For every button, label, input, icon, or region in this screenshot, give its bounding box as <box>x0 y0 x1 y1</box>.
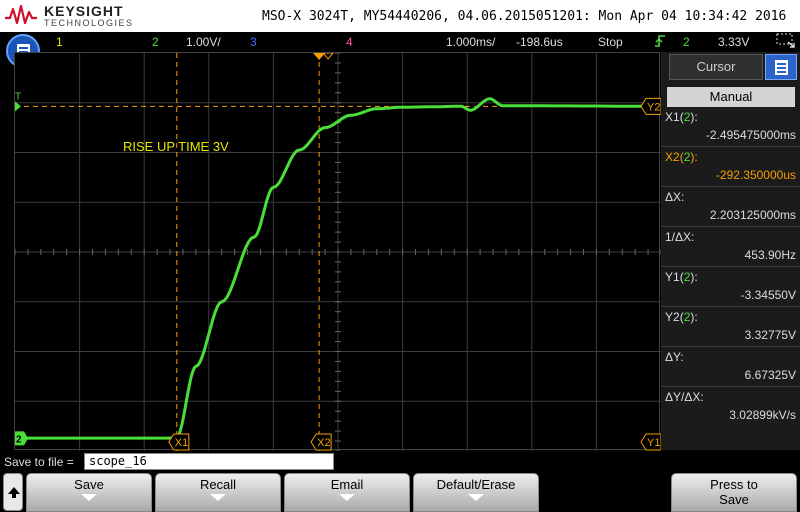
waveform-annotation: RISE UP TIME 3V <box>123 139 229 154</box>
keysight-logo-icon <box>5 4 37 25</box>
cursor-x1-marker[interactable]: X1 <box>168 433 190 451</box>
channel-2-marker-label: 2 <box>16 434 22 445</box>
x2-value: -292.350000us <box>715 168 796 182</box>
back-up-button[interactable] <box>3 473 23 511</box>
inverse-delta-x-label: 1/ΔX: <box>665 230 695 244</box>
svg-text:Y1: Y1 <box>647 437 660 449</box>
trigger-level[interactable]: 3.33V <box>718 35 749 49</box>
softkey-label: Press to <box>710 477 758 492</box>
x1-value: -2.495475000ms <box>705 128 796 142</box>
panel-menu-button[interactable] <box>765 54 797 80</box>
divider <box>661 186 800 187</box>
divider <box>661 306 800 307</box>
channel-4-indicator[interactable]: 4 <box>346 35 353 49</box>
panel-header: Cursor <box>661 52 800 82</box>
default-erase-softkey[interactable]: Default/Erase <box>413 473 539 512</box>
press-to-save-softkey[interactable]: Press to Save <box>671 473 797 512</box>
trigger-level-marker: T <box>15 91 21 102</box>
softkey-label: Recall <box>199 477 237 492</box>
brand-name: KEYSIGHT <box>44 3 124 19</box>
email-softkey[interactable]: Email <box>284 473 410 512</box>
y1-label: Y1(2): <box>665 270 698 284</box>
slope-label: ΔY/ΔX: <box>665 390 704 404</box>
trigger-position-icon <box>322 52 335 60</box>
divider <box>661 226 800 227</box>
softkey-label: Email <box>330 477 364 492</box>
channel-3-indicator[interactable]: 3 <box>250 35 257 49</box>
svg-text:X1: X1 <box>175 437 188 449</box>
trigger-channel[interactable]: 2 <box>683 35 690 49</box>
cursor-panel: Cursor Manual X1(2): -2.495475000ms X2(2… <box>661 52 800 450</box>
instrument-info: MSO-X 3024T, MY54440206, 04.06.201505120… <box>262 9 787 24</box>
x1-label: X1(2): <box>665 110 698 124</box>
y1-value: -3.34550V <box>740 288 796 302</box>
y2-label: Y2(2): <box>665 310 698 324</box>
divider <box>661 346 800 347</box>
status-bar: 1 2 1.00V/ 3 4 1.000ms/ -198.6us Stop 2 … <box>0 32 800 52</box>
down-arrow-icon <box>339 494 355 501</box>
channel-2-indicator[interactable]: 2 <box>152 35 159 49</box>
delta-y-label: ΔY: <box>665 350 684 364</box>
softkey-label: Save <box>719 492 749 507</box>
softkey-label: Save <box>74 477 104 492</box>
run-state: Stop <box>598 35 623 49</box>
cursor-x2-marker[interactable]: X2 <box>310 433 332 451</box>
delta-x-label: ΔX: <box>665 190 685 204</box>
delta-y-value: 6.67325V <box>744 368 796 382</box>
down-arrow-icon <box>81 494 97 501</box>
down-arrow-icon <box>468 494 484 501</box>
up-arrow-icon <box>8 487 20 494</box>
y2-value: 3.32775V <box>744 328 796 342</box>
channel-1-indicator[interactable]: 1 <box>56 35 63 49</box>
divider <box>661 146 800 147</box>
inverse-delta-x-value: 453.90Hz <box>744 248 796 262</box>
cursor-y2-marker[interactable]: Y2 <box>640 97 662 115</box>
x2-label: X2(2): <box>665 150 698 164</box>
menu-icon <box>775 60 788 75</box>
time-delay[interactable]: -198.6us <box>516 35 563 49</box>
softkey-label: Default/Erase <box>436 477 516 492</box>
cursor-y1-marker[interactable]: Y1 <box>640 433 662 451</box>
save-softkey[interactable]: Save <box>26 473 152 512</box>
down-arrow-icon <box>210 494 226 501</box>
save-file-bar: Save to file = scope_16 <box>0 451 800 471</box>
svg-text:X2: X2 <box>317 437 330 449</box>
recall-softkey[interactable]: Recall <box>155 473 281 512</box>
brand-subtitle: TECHNOLOGIES <box>44 18 134 28</box>
delta-x-value: 2.203125000ms <box>709 208 796 222</box>
brand-logo: KEYSIGHT TECHNOLOGIES <box>4 2 134 30</box>
trigger-position-icon <box>313 53 326 60</box>
graticule: RISE UP TIME 3V X1 X2 Y2 Y1 T 2 <box>14 52 662 452</box>
title-bar: KEYSIGHT TECHNOLOGIES MSO-X 3024T, MY544… <box>0 0 800 32</box>
softkey-bar: Save Recall Email Default/Erase Press to… <box>0 472 800 512</box>
channel-2-scale[interactable]: 1.00V/ <box>186 35 221 49</box>
waveform-display[interactable]: RISE UP TIME 3V X1 X2 Y2 Y1 T 2 <box>14 52 662 452</box>
slope-value: 3.02899kV/s <box>729 408 796 422</box>
panel-title[interactable]: Cursor <box>669 54 763 80</box>
timebase[interactable]: 1.000ms/ <box>446 35 495 49</box>
svg-text:Y2: Y2 <box>647 101 660 113</box>
save-filename-field[interactable]: scope_16 <box>84 453 334 470</box>
cursor-mode-button[interactable]: Manual <box>667 87 795 107</box>
trigger-edge-icon <box>654 34 666 51</box>
acquisition-icon <box>776 33 796 52</box>
save-file-label: Save to file = <box>4 455 74 469</box>
divider <box>661 386 800 387</box>
divider <box>661 266 800 267</box>
